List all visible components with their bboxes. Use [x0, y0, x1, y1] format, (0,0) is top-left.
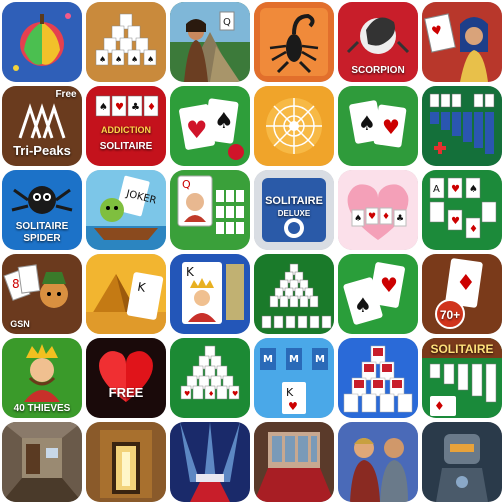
free-hearts-label: FREE: [108, 385, 144, 400]
fruit-icon[interactable]: [2, 2, 82, 82]
tripeaks-icon[interactable]: Free Tri-Peaks: [2, 86, 82, 166]
svg-text:♦: ♦: [382, 212, 390, 222]
svg-text:♠: ♠: [115, 55, 122, 64]
svg-text:Q: Q: [223, 17, 231, 28]
svg-text:M: M: [315, 354, 325, 365]
tripeaks-label: Tri-Peaks: [13, 143, 71, 158]
pyramid-icon[interactable]: ♠ ♠ ♠ ♠: [86, 2, 166, 82]
svg-text:♣: ♣: [396, 214, 404, 224]
scorpion-icon[interactable]: [254, 2, 334, 82]
svg-text:♥: ♥: [186, 116, 208, 144]
svg-text:♦: ♦: [434, 399, 445, 413]
svg-text:♣: ♣: [131, 102, 140, 113]
svg-text:♠: ♠: [99, 55, 106, 64]
svg-text:♥: ♥: [232, 390, 238, 398]
seventy-label: 70+: [439, 308, 461, 322]
scorpion-label: SCORPION: [351, 65, 405, 76]
red-pyramid-icon[interactable]: [338, 338, 418, 418]
heroes-icon[interactable]: [338, 422, 418, 502]
cards-icon[interactable]: ♠ ♥: [338, 86, 418, 166]
free-label: Free: [55, 89, 77, 100]
room-escape-icon[interactable]: [2, 422, 82, 502]
free-hearts-icon[interactable]: FREE: [86, 338, 166, 418]
room-red-icon[interactable]: [254, 422, 334, 502]
green-solitaire-icon[interactable]: A ♥ ♠ ♥ ♦: [422, 170, 502, 250]
spider-web-icon[interactable]: [254, 86, 334, 166]
forty-thieves-icon[interactable]: 40 THIEVES: [2, 338, 82, 418]
svg-text:♥: ♥: [451, 216, 460, 227]
spade-card-icon[interactable]: ♠ ♥: [338, 254, 418, 334]
queen-card-icon[interactable]: Q: [170, 170, 250, 250]
solitaire-big-label: SOLITAIRE: [430, 342, 494, 356]
solitaire-deluxe-icon[interactable]: SOLITAIRE DELUXE: [254, 170, 334, 250]
gsn-icon[interactable]: 8 GSN: [2, 254, 82, 334]
pyramid-desert-icon[interactable]: K: [86, 254, 166, 334]
temple-icon[interactable]: Q: [170, 2, 250, 82]
svg-text:♠: ♠: [131, 55, 138, 64]
svg-text:♥: ♥: [368, 212, 376, 222]
svg-text:♠: ♠: [147, 55, 154, 64]
svg-text:♠: ♠: [469, 184, 478, 195]
spider-label: SPIDER: [23, 233, 61, 244]
pyramid-cards-icon[interactable]: ♥ ♦ ♥: [170, 338, 250, 418]
klondike-icon[interactable]: [422, 86, 502, 166]
pharaoh-icon[interactable]: ♥: [422, 2, 502, 82]
tripeaks-blue-icon[interactable]: M M M K ♥: [254, 338, 334, 418]
gsn-label: GSN: [10, 319, 30, 329]
scorpion-logo-icon[interactable]: SCORPION: [338, 2, 418, 82]
svg-text:M: M: [263, 354, 273, 365]
svg-text:Q: Q: [182, 178, 191, 191]
heart-cards-icon[interactable]: ♠ ♥ ♦ ♣: [338, 170, 418, 250]
svg-text:♦: ♦: [456, 271, 476, 296]
svg-text:♠: ♠: [99, 102, 108, 113]
svg-text:♥: ♥: [115, 102, 124, 113]
app-icon-grid: ♠ ♠ ♠ ♠ Q SCORPION ♥ Free Tri-Peaks ♠ ♣ …: [0, 0, 504, 504]
svg-text:♠: ♠: [354, 293, 372, 317]
addiction-solitaire-label: SOLITAIRE: [99, 141, 153, 152]
seventy-plus-icon[interactable]: ♦ 70+: [422, 254, 502, 334]
addiction-label: ADDICTION: [101, 125, 151, 135]
svg-text:♥: ♥: [184, 390, 190, 398]
svg-text:♥: ♥: [380, 273, 398, 297]
pyramid-green-icon[interactable]: [254, 254, 334, 334]
svg-text:♠: ♠: [358, 111, 376, 135]
king-card-icon[interactable]: K: [170, 254, 250, 334]
svg-text:K: K: [186, 265, 195, 279]
svg-text:A: A: [433, 184, 440, 195]
spider-solitaire-icon[interactable]: SOLITAIRE SPIDER: [2, 170, 82, 250]
svg-text:♠: ♠: [214, 109, 234, 134]
addiction-solitaire-icon[interactable]: ♠ ♣ ♥ ♦ ADDICTION SOLITAIRE: [86, 86, 166, 166]
svg-text:♦: ♦: [208, 390, 214, 398]
svg-text:♥: ♥: [382, 115, 400, 139]
spider-top-label: SOLITAIRE: [15, 221, 69, 232]
stage-escape-icon[interactable]: [170, 422, 250, 502]
svg-text:♥: ♥: [288, 400, 298, 413]
deluxe-solitaire-label: SOLITAIRE: [265, 195, 323, 207]
svg-text:♠: ♠: [354, 214, 362, 224]
svg-text:♦: ♦: [469, 224, 478, 235]
jester-boat-icon[interactable]: JOKER: [86, 170, 166, 250]
card-app-icon[interactable]: ♥ ♠: [170, 86, 250, 166]
svg-text:8: 8: [12, 277, 20, 291]
deluxe-label: DELUXE: [277, 209, 311, 218]
svg-text:K: K: [286, 386, 294, 399]
solitaire-classic-icon[interactable]: ♦ SOLITAIRE: [422, 338, 502, 418]
svg-text:♥: ♥: [451, 184, 460, 195]
thieves-label: 40 THIEVES: [13, 403, 71, 414]
robot-icon[interactable]: [422, 422, 502, 502]
svg-text:♦: ♦: [147, 102, 156, 113]
svg-text:M: M: [289, 354, 299, 365]
door-escape-icon[interactable]: [86, 422, 166, 502]
